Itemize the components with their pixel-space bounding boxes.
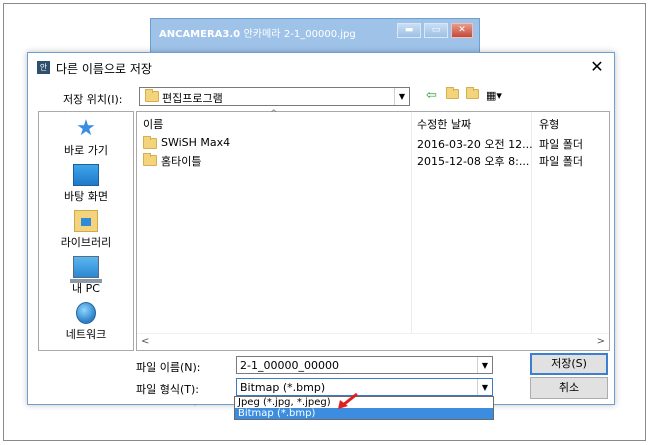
list-header: ^ 이름 수정한 날짜 유형: [137, 109, 609, 134]
background-app-title: ANCAMERA3.0 안카메라 2-1_00000.jpg: [159, 25, 356, 40]
place-this-pc[interactable]: 내 PC: [39, 256, 133, 296]
computer-icon: [70, 256, 102, 283]
place-label: 바탕 화면: [64, 190, 108, 203]
up-folder-icon[interactable]: [446, 87, 459, 103]
app-icon: 안: [37, 61, 50, 74]
filename-label: 파일 이름(N):: [136, 361, 201, 374]
scroll-left-icon[interactable]: <: [141, 336, 149, 347]
item-date: 2015-12-08 오후 8:...: [417, 155, 530, 168]
place-label: 바로 가기: [64, 144, 108, 157]
cancel-button[interactable]: 취소: [530, 377, 608, 399]
star-icon: ★: [76, 116, 96, 141]
folder-icon: [145, 89, 159, 102]
item-type: 파일 폴더: [539, 155, 583, 168]
place-label: 라이브러리: [60, 236, 112, 249]
filetype-label: 파일 형식(T):: [136, 383, 199, 396]
library-icon: [74, 210, 98, 232]
folder-icon: [143, 136, 157, 149]
places-bar: ★ 바로 가기 바탕 화면 라이브러리 내 PC 네트워크: [38, 111, 134, 351]
filetype-select[interactable]: Bitmap (*.bmp) ▼: [236, 378, 493, 396]
filetype-option-bitmap[interactable]: Bitmap (*.bmp): [235, 408, 493, 419]
item-type: 파일 폴더: [539, 138, 583, 151]
column-header-date[interactable]: 수정한 날짜: [417, 116, 471, 132]
filename-value: 2-1_00000_00000: [240, 359, 339, 372]
app-file-name: 2-1_00000.jpg: [283, 29, 356, 40]
app-subtitle: 안카메라: [243, 29, 281, 40]
save-as-dialog: 안 다른 이름으로 저장 ✕ 저장 위치(I): 편집프로그램 ▼ ⇦ ▦▾ ★…: [27, 52, 615, 405]
item-name: SWiSH Max4: [161, 136, 231, 149]
place-network[interactable]: 네트워크: [39, 302, 133, 342]
place-quick-access[interactable]: ★ 바로 가기: [39, 118, 133, 158]
save-in-combo[interactable]: 편집프로그램 ▼: [139, 87, 410, 106]
scroll-right-icon[interactable]: >: [597, 336, 605, 347]
filetype-dropdown-list: Jpeg (*.jpg, *.jpeg) Bitmap (*.bmp): [234, 396, 494, 420]
close-button[interactable]: ✕: [451, 23, 473, 38]
network-icon: [76, 302, 96, 324]
save-button[interactable]: 저장(S): [530, 353, 608, 375]
place-desktop[interactable]: 바탕 화면: [39, 164, 133, 204]
save-in-label: 저장 위치(I):: [63, 93, 123, 106]
filetype-value: Bitmap (*.bmp): [240, 381, 326, 394]
chevron-down-icon[interactable]: ▼: [477, 379, 492, 395]
dialog-close-button[interactable]: ✕: [588, 57, 606, 76]
list-item[interactable]: 홈타이틀 2015-12-08 오후 8:... 파일 폴더: [137, 151, 609, 168]
file-list: ^ 이름 수정한 날짜 유형 SWiSH Max4 2016-03-20 오전 …: [136, 109, 610, 351]
view-menu-icon[interactable]: ▦▾: [486, 89, 502, 103]
place-label: 네트워크: [65, 328, 107, 341]
column-header-name[interactable]: 이름: [143, 116, 163, 132]
maximize-button[interactable]: ▭: [424, 23, 448, 38]
new-folder-icon[interactable]: [466, 87, 479, 103]
dialog-titlebar: 안 다른 이름으로 저장 ✕: [28, 53, 614, 81]
item-name: 홈타이틀: [161, 155, 202, 168]
item-date: 2016-03-20 오전 12...: [417, 138, 533, 151]
column-header-type[interactable]: 유형: [539, 116, 559, 132]
filename-input[interactable]: 2-1_00000_00000 ▼: [236, 356, 493, 374]
folder-icon: [143, 153, 157, 166]
back-arrow-icon[interactable]: ⇦: [426, 89, 437, 103]
filetype-option-jpeg[interactable]: Jpeg (*.jpg, *.jpeg): [235, 397, 493, 408]
place-library[interactable]: 라이브러리: [39, 210, 133, 250]
minimize-button[interactable]: ▬: [397, 23, 421, 38]
chevron-down-icon[interactable]: ▼: [477, 357, 492, 373]
app-name: ANCAMERA3.0: [159, 29, 241, 40]
save-in-value: 편집프로그램: [162, 92, 223, 105]
chevron-down-icon[interactable]: ▼: [394, 88, 409, 105]
sort-ascending-icon: ^: [270, 109, 278, 119]
annotation-arrow-icon: [338, 392, 358, 409]
horizontal-scrollbar[interactable]: < >: [137, 333, 609, 350]
list-item[interactable]: SWiSH Max4 2016-03-20 오전 12... 파일 폴더: [137, 134, 609, 151]
desktop-icon: [73, 164, 99, 186]
dialog-title: 다른 이름으로 저장: [56, 62, 152, 76]
